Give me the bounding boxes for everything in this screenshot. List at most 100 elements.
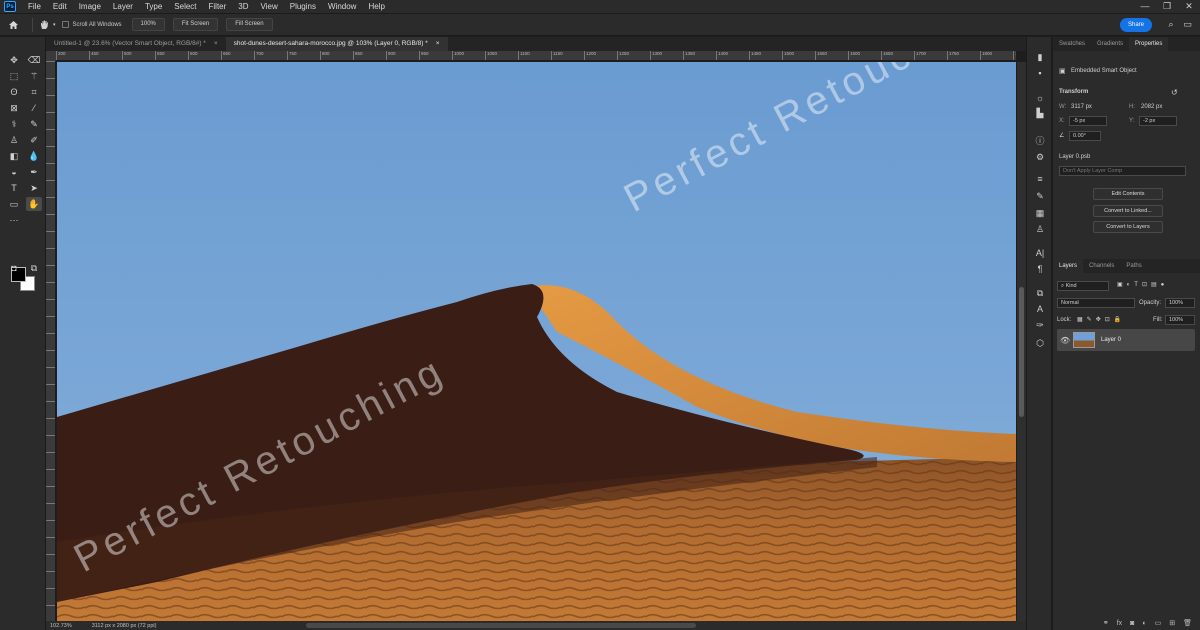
height-value[interactable]: 2082 px <box>1141 104 1162 110</box>
layer-filter-icons[interactable]: ▣◐T⊡▤● <box>1117 281 1168 288</box>
link-layers-icon[interactable]: ⚭ <box>1103 619 1109 627</box>
fit-screen-button[interactable]: Fit Screen <box>172 18 219 31</box>
copy-icon[interactable]: ⧉ <box>1033 287 1047 299</box>
close-tab-icon[interactable]: × <box>214 37 218 51</box>
document-info[interactable]: 3112 px x 2080 px (72 ppi) <box>92 623 157 629</box>
tab-untitled-1[interactable]: Untitled-1 @ 23.6% (Vector Smart Object,… <box>46 37 226 51</box>
layer-row[interactable]: 👁 Layer 0 <box>1057 329 1195 351</box>
horizontal-scrollbar-thumb[interactable] <box>306 623 696 628</box>
quick-mask-icon[interactable]: ◘ <box>6 261 22 275</box>
horizontal-ruler[interactable]: 200 450 500 550 600 650 700 750 800 850 900 950 1000… <box>56 51 1016 61</box>
menu-filter[interactable]: Filter <box>203 0 233 13</box>
learn-icon[interactable]: ▮ <box>1033 51 1047 63</box>
history-brush-tool-icon[interactable]: ✐ <box>26 133 42 147</box>
menu-image[interactable]: Image <box>73 0 107 13</box>
brightness-icon[interactable]: ☼ <box>1033 92 1047 104</box>
tab-channels[interactable]: Channels <box>1083 259 1120 273</box>
new-group-icon[interactable]: ▭ <box>1155 619 1162 627</box>
tab-layers[interactable]: Layers <box>1053 259 1084 273</box>
pen-tool-icon[interactable]: ✒ <box>26 165 42 179</box>
restore-button[interactable]: ❐ <box>1156 0 1178 13</box>
tab-paths[interactable]: Paths <box>1120 259 1147 273</box>
zoom-readout[interactable]: 102.73% <box>50 623 72 629</box>
glyphs-icon[interactable]: A <box>1033 303 1047 315</box>
delete-layer-icon[interactable]: 🗑 <box>1183 619 1192 627</box>
menu-type[interactable]: Type <box>139 0 168 13</box>
minimize-button[interactable]: — <box>1134 0 1156 13</box>
eyedropper-tool-icon[interactable]: ⁄ <box>26 101 42 115</box>
adjustment-layer-icon[interactable]: ◐ <box>1142 620 1146 627</box>
fx-icon[interactable]: fx <box>1117 620 1122 627</box>
x-position-field[interactable]: -5 px <box>1069 116 1107 126</box>
path-selection-tool-icon[interactable]: ➤ <box>26 181 42 195</box>
eraser-tool-icon[interactable]: ⌫ <box>26 53 42 67</box>
edit-contents-button[interactable]: Edit Contents <box>1093 188 1163 200</box>
workspace-icon[interactable]: ▭ <box>1183 19 1192 30</box>
scroll-all-windows-checkbox[interactable]: Scroll All Windows <box>61 21 122 28</box>
adjustments-icon[interactable]: ≡ <box>1033 173 1047 185</box>
scrollbar-thumb[interactable] <box>1019 287 1024 417</box>
vertical-scrollbar[interactable] <box>1017 62 1026 621</box>
blur-tool-icon[interactable]: 💧 <box>26 149 42 163</box>
blend-mode-select[interactable]: Normal <box>1057 298 1135 308</box>
brush-tool-icon[interactable]: ✎ <box>26 117 42 131</box>
spot-healing-tool-icon[interactable]: ⚕ <box>6 117 22 131</box>
menu-select[interactable]: Select <box>168 0 202 13</box>
menu-window[interactable]: Window <box>322 0 362 13</box>
menu-view[interactable]: View <box>255 0 284 13</box>
tab-properties[interactable]: Properties <box>1129 37 1169 51</box>
add-mask-icon[interactable]: ◙ <box>1130 620 1134 627</box>
styles-icon[interactable]: ▦ <box>1033 207 1047 219</box>
document-canvas[interactable]: Perfect Retouching Perfect Retouching <box>57 62 1016 621</box>
frame-tool-icon[interactable]: ⊠ <box>6 101 22 115</box>
y-position-field[interactable]: -2 px <box>1139 116 1177 126</box>
layer-filter-kind[interactable]: ⌕ Kind <box>1057 281 1109 291</box>
vertical-ruler[interactable] <box>46 61 56 621</box>
hand-tool-icon[interactable]: ✋ <box>26 197 42 211</box>
magic-wand-tool-icon[interactable]: ⚚ <box>26 69 42 83</box>
hand-tool-preset-picker[interactable]: ▾ <box>39 19 56 30</box>
tab-dunes-image[interactable]: shot-dunes-desert-sahara-morocco.jpg @ 1… <box>225 37 448 51</box>
ruler-origin[interactable] <box>46 51 56 61</box>
fill-screen-button[interactable]: Fill Screen <box>226 18 273 31</box>
menu-help[interactable]: Help <box>362 0 390 13</box>
move-tool-icon[interactable]: ✥ <box>6 53 22 67</box>
share-button[interactable]: Share <box>1120 18 1152 32</box>
fill-field[interactable]: 100% <box>1165 315 1195 325</box>
menu-plugins[interactable]: Plugins <box>284 0 322 13</box>
home-button[interactable] <box>0 15 26 35</box>
search-icon[interactable]: ⌕ <box>1168 19 1173 30</box>
clone-stamp-tool-icon[interactable]: ♙ <box>6 133 22 147</box>
marquee-tool-icon[interactable]: ⬚ <box>6 69 22 83</box>
tab-swatches[interactable]: Swatches <box>1053 37 1091 51</box>
menu-edit[interactable]: Edit <box>47 0 73 13</box>
menu-file[interactable]: File <box>22 0 47 13</box>
histogram-icon[interactable]: ▙ <box>1033 107 1047 119</box>
close-tab-icon[interactable]: × <box>436 37 440 51</box>
brushes-icon[interactable]: ✎ <box>1033 190 1047 202</box>
info-icon[interactable]: ⓘ <box>1033 134 1047 146</box>
stamp-icon[interactable]: ♙ <box>1033 223 1047 235</box>
eye-visibility-icon[interactable]: 👁 <box>1060 336 1070 345</box>
layer-name[interactable]: Layer 0 <box>1101 337 1121 343</box>
libraries-icon[interactable]: ⚙ <box>1033 151 1047 163</box>
layer-comp-select[interactable]: Don't Apply Layer Comp <box>1059 166 1186 176</box>
angle-field[interactable]: 0.00° <box>1069 131 1101 141</box>
zoom-100-button[interactable]: 100% <box>131 18 165 31</box>
tab-gradients[interactable]: Gradients <box>1091 37 1129 51</box>
rectangle-tool-icon[interactable]: ▭ <box>6 197 22 211</box>
screen-mode-icon[interactable]: ⧉ <box>26 261 42 275</box>
close-window-button[interactable]: ✕ <box>1178 0 1200 13</box>
more-tools-icon[interactable]: ··· <box>6 213 22 227</box>
character-icon[interactable]: A| <box>1033 247 1047 259</box>
dodge-tool-icon[interactable]: ◒ <box>6 165 22 179</box>
comments-icon[interactable]: ▪ <box>1033 67 1047 79</box>
photoshop-app-icon[interactable]: Ps <box>4 1 16 12</box>
convert-to-layers-button[interactable]: Convert to Layers <box>1093 221 1163 233</box>
paragraph-icon[interactable]: ¶ <box>1033 263 1047 275</box>
new-layer-icon[interactable]: ⊞ <box>1169 619 1175 627</box>
3d-icon[interactable]: ⬡ <box>1033 337 1047 349</box>
reset-transform-icon[interactable]: ↺ <box>1171 88 1178 97</box>
paths-icon[interactable]: ✑ <box>1033 319 1047 331</box>
lock-icons[interactable]: ▦✎✥⊡🔒 <box>1077 316 1125 323</box>
